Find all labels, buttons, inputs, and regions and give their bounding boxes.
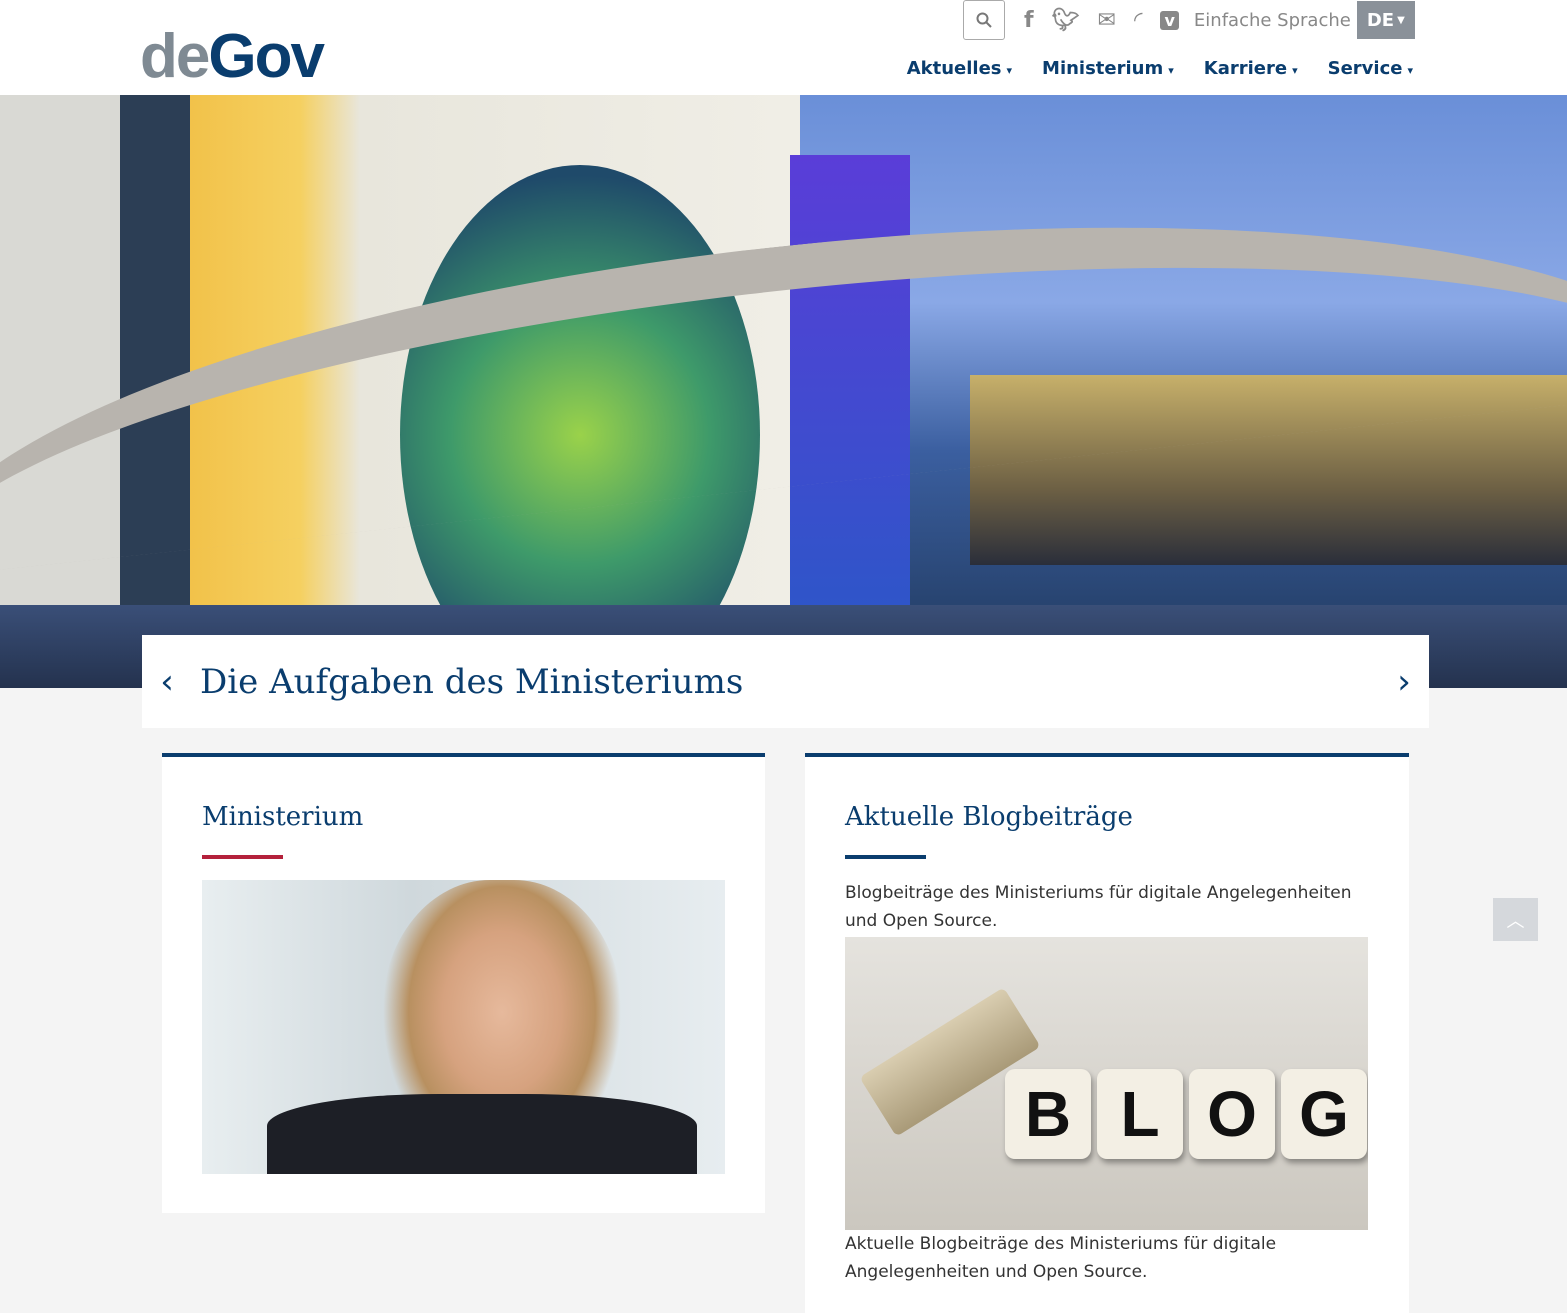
nav-service[interactable]: Service ▾ bbox=[1328, 58, 1413, 79]
mail-icon[interactable]: ✉ bbox=[1098, 8, 1116, 33]
nav-label: Karriere bbox=[1203, 58, 1288, 79]
next-slide-button[interactable]: › bbox=[1379, 662, 1429, 702]
hero-image bbox=[0, 95, 1567, 688]
chevron-up-icon: ︿ bbox=[1506, 910, 1525, 932]
slider-caption: ‹ Die Aufgaben des Ministeriums › bbox=[142, 635, 1429, 728]
logo[interactable]: deGov bbox=[140, 22, 325, 92]
caret-down-icon: ▼ bbox=[1397, 14, 1405, 26]
blog-image[interactable]: B L O G bbox=[845, 937, 1368, 1230]
top-bar: f 🐦︎ ✉ ◜ v Einfache Sprache DE ▼ bbox=[963, 0, 1415, 40]
card-title[interactable]: Aktuelle Blogbeiträge bbox=[845, 802, 1133, 832]
title-underline bbox=[845, 855, 926, 859]
prev-slide-button[interactable]: ‹ bbox=[142, 662, 192, 702]
caret-down-icon: ▾ bbox=[1407, 64, 1413, 77]
site-header: deGov f 🐦︎ ✉ ◜ v Einfache Sprache DE ▼ Ak… bbox=[0, 0, 1567, 95]
nav-label: Service bbox=[1327, 58, 1403, 79]
facebook-icon[interactable]: f bbox=[1024, 8, 1034, 33]
nav-karriere[interactable]: Karriere ▾ bbox=[1204, 58, 1298, 79]
back-to-top-button[interactable]: ︿ bbox=[1493, 898, 1538, 941]
die: L bbox=[1097, 1069, 1183, 1159]
search-button[interactable] bbox=[963, 0, 1005, 40]
nav-label: Aktuelles bbox=[906, 58, 1002, 79]
caret-down-icon: ▾ bbox=[1006, 64, 1013, 77]
nav-aktuelles[interactable]: Aktuelles ▾ bbox=[907, 58, 1012, 79]
die: B bbox=[1005, 1069, 1091, 1159]
easy-language-link[interactable]: Einfache Sprache bbox=[1194, 10, 1351, 31]
die: O bbox=[1189, 1069, 1275, 1159]
rss-icon[interactable]: ◜ bbox=[1134, 8, 1143, 33]
language-label: DE bbox=[1366, 9, 1395, 31]
card-title[interactable]: Ministerium bbox=[202, 802, 363, 832]
logo-gov: Gov bbox=[208, 22, 325, 91]
title-underline bbox=[202, 855, 283, 859]
search-icon bbox=[976, 12, 992, 28]
slide-title[interactable]: Die Aufgaben des Ministeriums bbox=[200, 662, 1379, 702]
portrait-suit bbox=[267, 1094, 697, 1174]
card-ministerium: Ministerium bbox=[162, 753, 765, 1213]
minister-portrait[interactable] bbox=[202, 880, 725, 1174]
caret-down-icon: ▾ bbox=[1292, 64, 1298, 77]
vimeo-icon[interactable]: v bbox=[1160, 10, 1179, 30]
logo-de: de bbox=[140, 22, 210, 91]
die: G bbox=[1281, 1069, 1367, 1159]
twitter-icon[interactable]: 🐦︎ bbox=[1052, 8, 1080, 33]
card-blog: Aktuelle Blogbeiträge Blogbeiträge des M… bbox=[805, 753, 1409, 1313]
blog-dice: B L O G bbox=[1005, 1069, 1367, 1159]
blog-description: Blogbeiträge des Ministeriums für digita… bbox=[845, 883, 1352, 931]
main-nav: Aktuelles ▾ Ministerium ▾ Karriere ▾ Servic… bbox=[907, 58, 1413, 79]
language-dropdown[interactable]: DE ▼ bbox=[1356, 1, 1415, 39]
nav-ministerium[interactable]: Ministerium ▾ bbox=[1042, 58, 1174, 79]
caret-down-icon: ▾ bbox=[1168, 64, 1174, 77]
nav-label: Ministerium bbox=[1042, 58, 1164, 79]
blog-image-caption: Aktuelle Blogbeiträge des Ministeriums f… bbox=[845, 1234, 1277, 1282]
